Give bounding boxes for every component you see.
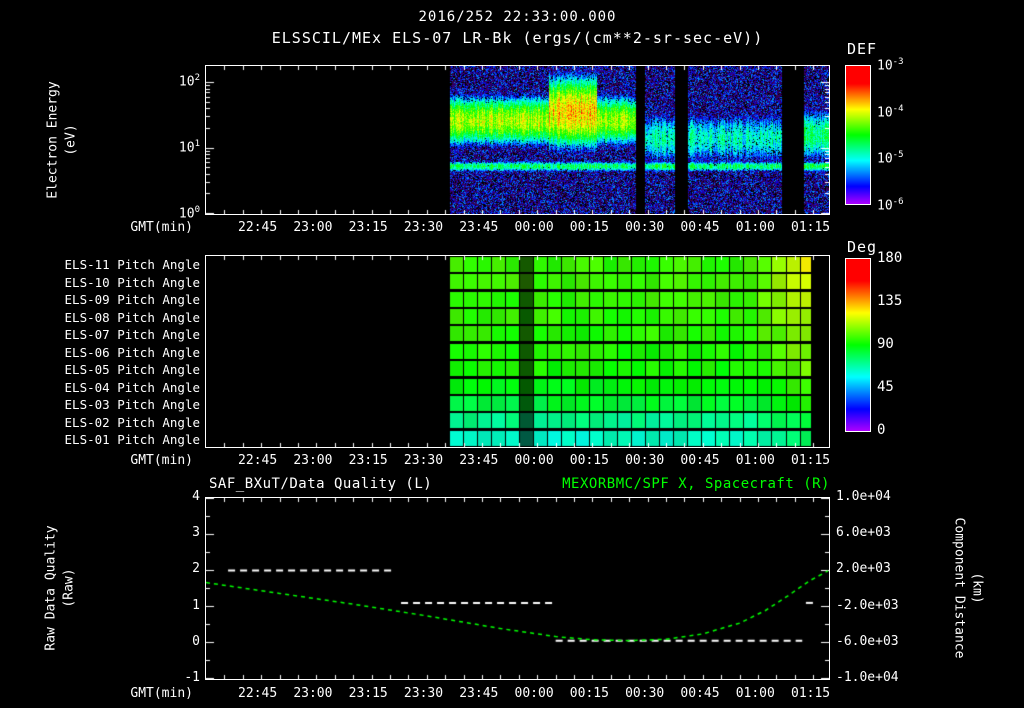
time-tick-label: 00:15 — [570, 686, 609, 701]
time-tick-label: 00:45 — [680, 453, 719, 468]
def-colorbar-tick-label: 10-4 — [877, 104, 904, 120]
timeseries-right-axis-label-line2: (km) — [968, 518, 986, 659]
timeseries-right-axis-label-line1: Component Distance — [950, 518, 968, 659]
distance-tick-label: 2.0e+03 — [836, 561, 891, 576]
timeseries-left-title: SAF_BXuT/Data Quality (L) — [209, 476, 432, 492]
deg-colorbar — [845, 258, 871, 432]
spectrogram-canvas — [206, 66, 829, 214]
pitch-row-label: ELS-02 Pitch Angle — [50, 415, 200, 430]
def-colorbar-tick-label: 10-3 — [877, 57, 904, 73]
energy-tick-label: 102 — [155, 73, 200, 89]
time-tick-label: 23:00 — [293, 453, 332, 468]
quality-tick-label: 0 — [155, 634, 200, 649]
time-tick-label: 23:15 — [349, 220, 388, 235]
time-tick-label: 01:15 — [791, 686, 830, 701]
timeseries-right-axis-label: Component Distance (km) — [950, 518, 985, 659]
distance-tick-label: -2.0e+03 — [836, 598, 899, 613]
pitch-row-label: ELS-11 Pitch Angle — [50, 257, 200, 272]
def-colorbar-title: DEF — [847, 40, 877, 58]
time-tick-label: 00:45 — [680, 686, 719, 701]
spectrogram-panel — [205, 65, 830, 215]
pitch-row-label: ELS-09 Pitch Angle — [50, 292, 200, 307]
spectrogram-y-axis-label-line1: Electron Energy — [44, 81, 62, 198]
quality-tick-label: 4 — [155, 489, 200, 504]
pitch-row-label: ELS-08 Pitch Angle — [50, 310, 200, 325]
time-tick-label: 23:15 — [349, 453, 388, 468]
spectrogram-y-axis-label-line2: (eV) — [62, 81, 80, 198]
time-tick-label: 01:00 — [736, 220, 775, 235]
deg-colorbar-tick-label: 0 — [877, 422, 885, 438]
energy-tick-label: 101 — [155, 139, 200, 155]
pitch-row-label: ELS-04 Pitch Angle — [50, 380, 200, 395]
pitch-angle-canvas — [206, 256, 829, 447]
time-tick-label: 01:15 — [791, 453, 830, 468]
spectrogram-y-axis-label: Electron Energy (eV) — [44, 81, 79, 198]
time-tick-label: 23:45 — [459, 453, 498, 468]
pitch-row-label: ELS-01 Pitch Angle — [50, 432, 200, 447]
quality-tick-label: 3 — [155, 525, 200, 540]
distance-tick-label: -1.0e+04 — [836, 670, 899, 685]
pitch-row-label: ELS-06 Pitch Angle — [50, 345, 200, 360]
els-quicklook-screen: 2016/252 22:33:00.000 ELSSCIL/MEx ELS-07… — [0, 0, 1024, 708]
time-tick-label: 23:30 — [404, 453, 443, 468]
pitch-row-label: ELS-10 Pitch Angle — [50, 275, 200, 290]
time-tick-label: 22:45 — [238, 686, 277, 701]
time-tick-label: 23:00 — [293, 220, 332, 235]
time-tick-label: 23:45 — [459, 220, 498, 235]
deg-colorbar-tick-label: 45 — [877, 379, 894, 395]
time-tick-label: 23:30 — [404, 220, 443, 235]
pitch-row-label: ELS-05 Pitch Angle — [50, 362, 200, 377]
def-colorbar-canvas — [846, 66, 870, 204]
time-tick-label: 00:00 — [515, 686, 554, 701]
quality-tick-label: 2 — [155, 561, 200, 576]
time-tick-label: 00:30 — [625, 453, 664, 468]
timeseries-left-axis-label: Raw Data Quality (Raw) — [42, 525, 77, 650]
time-tick-label: 01:15 — [791, 220, 830, 235]
plot-subtitle: ELSSCIL/MEx ELS-07 LR-Bk (ergs/(cm**2-sr… — [205, 29, 830, 47]
quality-tick-label: 1 — [155, 598, 200, 613]
timeseries-right-title: MEXORBMC/SPF X, Spacecraft (R) — [520, 476, 830, 492]
timeseries-left-axis-label-line1: Raw Data Quality — [42, 525, 60, 650]
time-tick-label: 22:45 — [238, 453, 277, 468]
pitch-row-label: ELS-03 Pitch Angle — [50, 397, 200, 412]
time-tick-label: 23:45 — [459, 686, 498, 701]
def-colorbar — [845, 65, 871, 205]
deg-colorbar-title: Deg — [847, 238, 877, 256]
time-tick-label: 23:30 — [404, 686, 443, 701]
time-tick-label: 00:00 — [515, 453, 554, 468]
time-tick-label: 00:30 — [625, 686, 664, 701]
gmt-axis-label-3: GMT(min) — [98, 686, 193, 701]
time-tick-label: 00:15 — [570, 220, 609, 235]
timeseries-left-axis-label-line2: (Raw) — [60, 525, 78, 650]
distance-tick-label: 6.0e+03 — [836, 525, 891, 540]
time-tick-label: 00:00 — [515, 220, 554, 235]
quality-tick-label: -1 — [155, 670, 200, 685]
gmt-axis-label-2: GMT(min) — [98, 453, 193, 468]
distance-tick-label: -6.0e+03 — [836, 634, 899, 649]
time-tick-label: 23:00 — [293, 686, 332, 701]
time-tick-label: 01:00 — [736, 686, 775, 701]
time-tick-label: 23:15 — [349, 686, 388, 701]
def-colorbar-tick-label: 10-5 — [877, 150, 904, 166]
page-title: 2016/252 22:33:00.000 — [205, 9, 830, 25]
time-tick-label: 01:00 — [736, 453, 775, 468]
distance-tick-label: 1.0e+04 — [836, 489, 891, 504]
time-tick-label: 00:45 — [680, 220, 719, 235]
time-tick-label: 22:45 — [238, 220, 277, 235]
timeseries-panel — [205, 497, 830, 680]
pitch-row-label: ELS-07 Pitch Angle — [50, 327, 200, 342]
gmt-axis-label-1: GMT(min) — [98, 220, 193, 235]
energy-tick-label: 100 — [155, 205, 200, 221]
deg-colorbar-tick-label: 180 — [877, 250, 902, 266]
time-tick-label: 00:30 — [625, 220, 664, 235]
timeseries-canvas — [206, 498, 829, 679]
deg-colorbar-canvas — [846, 259, 870, 431]
time-tick-label: 00:15 — [570, 453, 609, 468]
deg-colorbar-tick-label: 135 — [877, 293, 902, 309]
pitch-angle-panel — [205, 255, 830, 448]
deg-colorbar-tick-label: 90 — [877, 336, 894, 352]
def-colorbar-tick-label: 10-6 — [877, 197, 904, 213]
